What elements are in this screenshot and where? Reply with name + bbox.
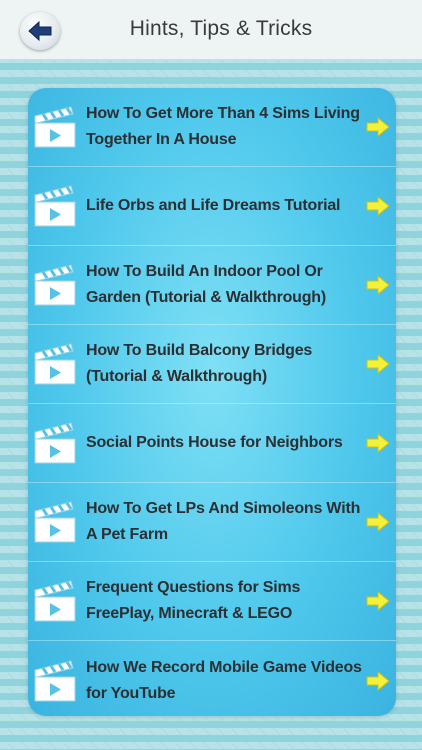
clapperboard-icon	[34, 185, 76, 227]
list-item-label: How To Build An Indoor Pool Or Garden (T…	[86, 263, 327, 306]
list-item[interactable]: Social Points House for Neighbors	[28, 404, 396, 483]
arrow-right-icon	[366, 512, 390, 532]
list-item[interactable]: How To Get LPs And Simoleons With A Pet …	[28, 483, 396, 562]
arrow-right-icon	[366, 433, 390, 453]
arrow-right-icon	[366, 354, 390, 374]
arrow-right-icon	[366, 670, 390, 691]
list-item[interactable]: How To Build An Indoor Pool Or Garden (T…	[28, 246, 396, 325]
list-item[interactable]: How To Get More Than 4 Sims Living Toget…	[28, 88, 396, 167]
list-item-label: How To Get LPs And Simoleons With A Pet …	[86, 500, 361, 543]
arrow-right-icon	[366, 117, 390, 137]
clapperboard-icon	[34, 659, 76, 701]
clapperboard-icon	[34, 501, 76, 543]
arrow-right-icon	[366, 591, 390, 611]
page-title: Hints, Tips & Tricks	[129, 17, 313, 40]
list-item-label: How To Build Balcony Bridges (Tutorial &…	[86, 342, 313, 385]
list-item[interactable]: Frequent Questions for Sims FreePlay, Mi…	[28, 562, 396, 641]
list-item[interactable]: How To Build Balcony Bridges (Tutorial &…	[28, 325, 396, 404]
clapperboard-icon	[34, 264, 76, 306]
arrow-right-icon	[366, 196, 390, 216]
header-bar: Hints, Tips & Tricks	[0, 0, 422, 60]
list-item-label: How We Record Mobile Game Videos for You…	[86, 658, 362, 702]
list-item-label: Frequent Questions for Sims FreePlay, Mi…	[86, 579, 301, 622]
list-item-label: Social Points House for Neighbors	[86, 434, 343, 451]
clapperboard-icon	[34, 580, 76, 622]
clapperboard-icon	[34, 106, 76, 148]
list-item[interactable]: How We Record Mobile Game Videos for You…	[28, 641, 396, 716]
video-list: How To Get More Than 4 Sims Living Toget…	[28, 88, 396, 716]
clapperboard-icon	[34, 422, 76, 464]
clapperboard-icon	[34, 343, 76, 385]
list-item[interactable]: Life Orbs and Life Dreams Tutorial	[28, 167, 396, 246]
list-item-label: Life Orbs and Life Dreams Tutorial	[86, 197, 341, 214]
list-item-label: How To Get More Than 4 Sims Living Toget…	[86, 105, 360, 148]
arrow-right-icon	[366, 275, 390, 295]
